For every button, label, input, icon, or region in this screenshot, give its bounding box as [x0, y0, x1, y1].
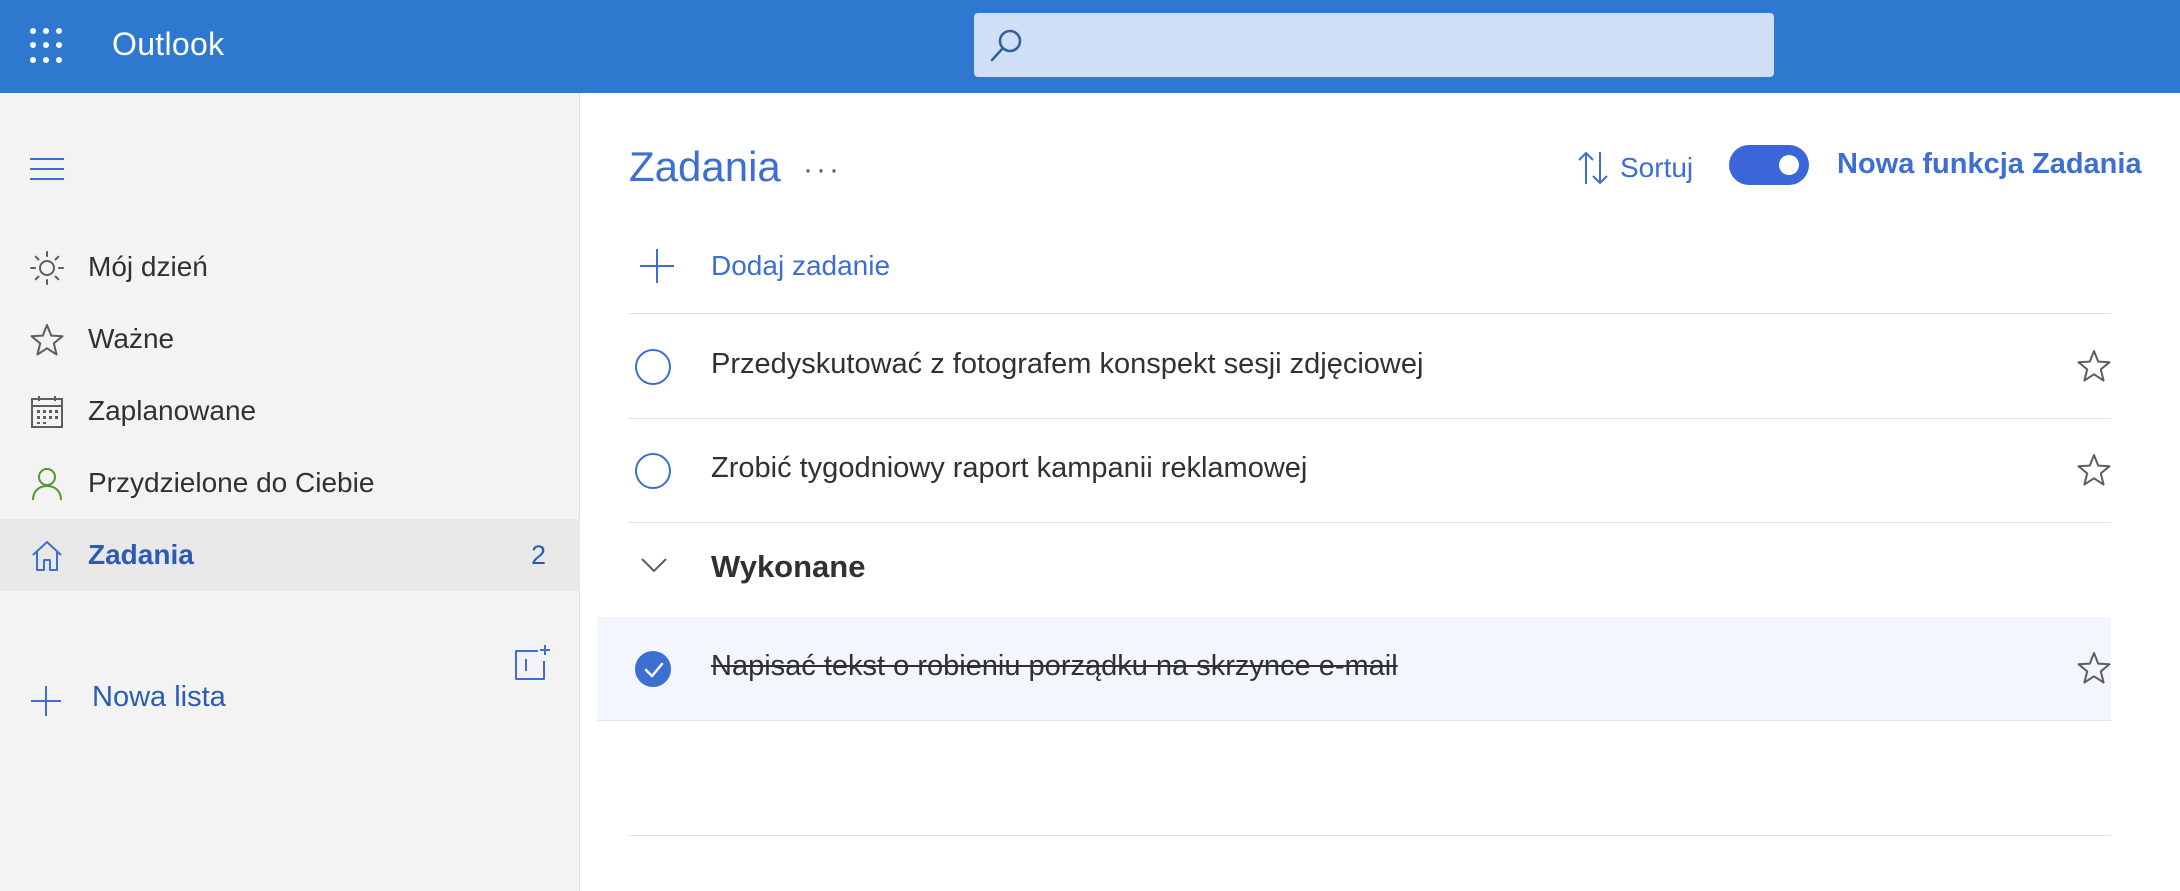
- search-input[interactable]: [1034, 13, 1764, 77]
- toggle-knob: [1779, 155, 1799, 175]
- add-task-button[interactable]: Dodaj zadanie: [629, 228, 2111, 314]
- sidebar-item-label: Przydzielone do Ciebie: [88, 467, 375, 498]
- star-icon: [30, 324, 64, 356]
- task-complete-checkbox[interactable]: [635, 349, 671, 385]
- task-row[interactable]: Zrobić tygodniowy raport kampanii reklam…: [629, 419, 2111, 523]
- search-icon: [990, 29, 1022, 62]
- more-options-button[interactable]: ···: [803, 153, 842, 187]
- task-title: Zrobić tygodniowy raport kampanii reklam…: [711, 452, 1308, 484]
- completed-section-header[interactable]: Wykonane: [629, 523, 2111, 613]
- task-title: Przedyskutować z fotografem konspekt ses…: [711, 348, 1424, 380]
- sort-icon: [1578, 152, 1608, 184]
- sort-label: Sortuj: [1620, 152, 1694, 183]
- task-complete-checkbox[interactable]: [635, 651, 671, 687]
- task-row[interactable]: Przedyskutować z fotografem konspekt ses…: [629, 315, 2111, 419]
- add-task-label: Dodaj zadanie: [711, 250, 891, 281]
- sidebar-item-assigned-to-you[interactable]: Przydzielone do Ciebie: [0, 447, 580, 519]
- importance-star-icon[interactable]: [2077, 349, 2111, 383]
- chevron-down-icon: [641, 558, 667, 573]
- plus-icon: [640, 249, 674, 283]
- completed-section-label: Wykonane: [711, 549, 866, 584]
- task-count-badge: 2: [530, 539, 546, 570]
- person-icon: [32, 468, 62, 501]
- sort-button[interactable]: Sortuj: [1576, 143, 1693, 193]
- task-complete-checkbox[interactable]: [635, 453, 671, 489]
- app-title[interactable]: Outlook: [112, 26, 224, 63]
- sidebar-item-my-day[interactable]: Mój dzień: [0, 231, 580, 303]
- new-feature-toggle[interactable]: [1729, 145, 1809, 185]
- importance-star-icon[interactable]: [2077, 651, 2111, 685]
- search-box[interactable]: [974, 13, 1774, 77]
- checkmark-icon: [644, 662, 664, 678]
- new-list-label: Nowa lista: [92, 681, 226, 713]
- new-list-button[interactable]: Nowa lista: [0, 663, 580, 735]
- main-pane: Zadania ··· Sortuj Nowa funkcja Zadania …: [581, 93, 2180, 891]
- sidebar: Mój dzień Ważne Zaplanowane Przydzielone…: [0, 93, 580, 891]
- task-title: Napisać tekst o robieniu porządku na skr…: [711, 650, 1398, 682]
- sidebar-item-label: Ważne: [88, 323, 175, 354]
- importance-star-icon[interactable]: [2077, 453, 2111, 487]
- calendar-icon: [31, 396, 63, 428]
- sidebar-item-label: Zaplanowane: [88, 395, 257, 426]
- page-title: Zadania: [629, 143, 781, 190]
- sun-icon: [30, 251, 64, 285]
- divider: [629, 835, 2111, 836]
- hamburger-menu-icon[interactable]: [30, 155, 66, 183]
- sidebar-item-tasks[interactable]: Zadania 2: [0, 519, 580, 591]
- app-launcher-icon[interactable]: [30, 28, 66, 64]
- top-bar: Outlook: [0, 0, 2180, 93]
- home-icon: [32, 541, 62, 571]
- plus-icon: [31, 686, 61, 716]
- new-feature-label: Nowa funkcja Zadania: [1837, 148, 2142, 180]
- task-row[interactable]: Napisać tekst o robieniu porządku na skr…: [597, 617, 2111, 721]
- sidebar-item-important[interactable]: Ważne: [0, 303, 580, 375]
- new-group-icon[interactable]: [512, 643, 552, 683]
- sidebar-item-label: Zadania: [88, 539, 194, 570]
- sidebar-item-label: Mój dzień: [88, 251, 208, 282]
- sidebar-item-planned[interactable]: Zaplanowane: [0, 375, 580, 447]
